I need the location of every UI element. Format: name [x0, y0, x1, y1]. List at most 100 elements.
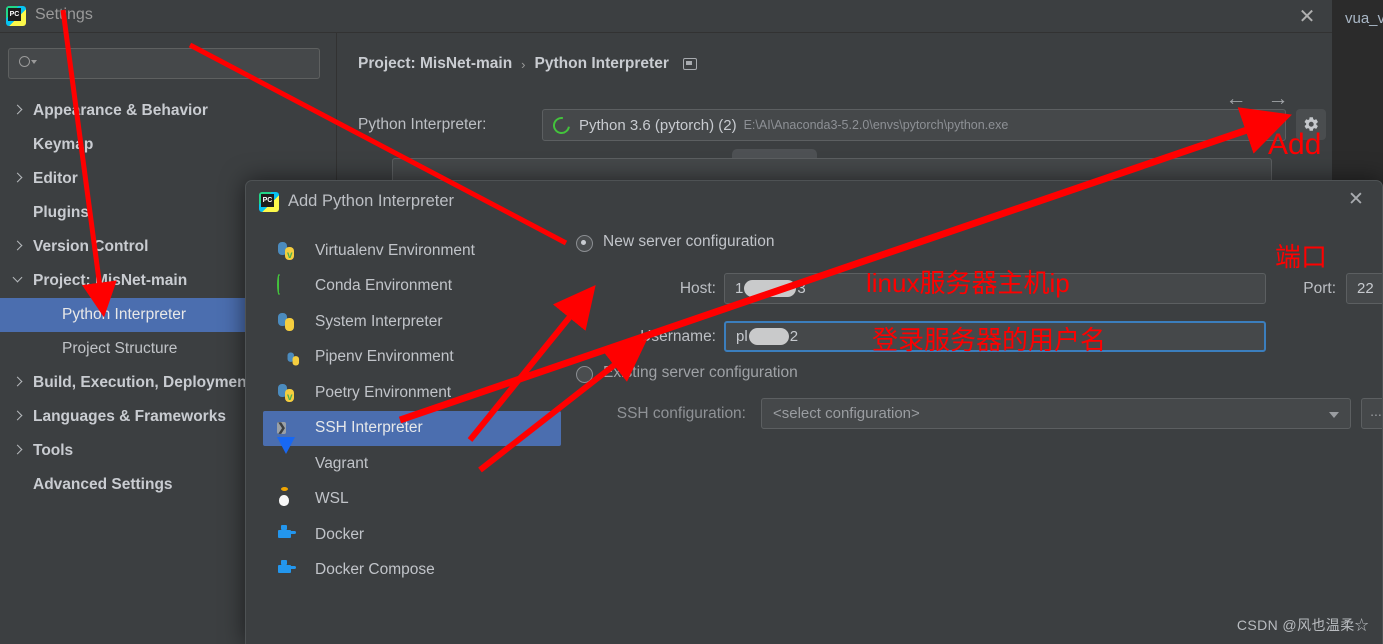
csdn-watermark: CSDN @风也温柔☆ — [1236, 617, 1369, 633]
sidebar-item-label: Tools — [33, 442, 74, 459]
existing-server-radio-label[interactable]: Existing server configuration — [603, 364, 798, 382]
vagrant-icon — [277, 436, 297, 474]
search-icon — [19, 56, 37, 71]
env-item-label: WSL — [315, 490, 349, 508]
sidebar-item-label: Python Interpreter — [62, 306, 187, 323]
python-venv-icon: v — [277, 241, 297, 261]
env-item-docker[interactable]: Docker — [263, 517, 561, 553]
search-input[interactable] — [41, 49, 316, 78]
sidebar-item-label: Keymap — [33, 136, 94, 153]
poetry-python-icon: v — [277, 383, 297, 403]
sidebar-item-appearance-behavior[interactable]: Appearance & Behavior — [0, 94, 336, 128]
gear-icon[interactable] — [1296, 109, 1326, 140]
env-item-conda-environment[interactable]: Conda Environment — [263, 269, 561, 305]
env-item-ssh-interpreter[interactable]: ❯ SSH Interpreter — [263, 410, 561, 446]
python-icon — [277, 312, 297, 332]
env-item-docker-compose[interactable]: Docker Compose — [263, 553, 561, 589]
browse-ssh-configuration-button[interactable]: ... — [1361, 398, 1382, 429]
env-item-wsl[interactable]: WSL — [263, 482, 561, 518]
env-item-pipenv-environment[interactable]: Pipenv Environment — [263, 340, 561, 376]
search-box[interactable] — [8, 48, 320, 79]
env-item-label: Poetry Environment — [315, 383, 452, 401]
breadcrumb-project[interactable]: Project: MisNet-main — [358, 55, 512, 73]
env-item-vagrant[interactable]: Vagrant — [263, 436, 561, 482]
chevron-down-icon — [1329, 412, 1339, 418]
sidebar-item-label: Appearance & Behavior — [33, 102, 208, 119]
breadcrumb: Project: MisNet-main › Python Interprete… — [358, 55, 697, 73]
env-item-system-interpreter[interactable]: System Interpreter — [263, 304, 561, 340]
docker-compose-icon — [277, 560, 297, 580]
dialog-title: Add Python Interpreter — [288, 192, 455, 210]
sidebar-item-label: Plugins — [33, 204, 89, 221]
conda-ring-icon — [549, 113, 574, 137]
interpreter-name: Python 3.6 (pytorch) (2) — [579, 116, 737, 134]
environment-type-list: v Virtualenv Environment Conda Environment… — [263, 233, 561, 588]
settings-sync-icon[interactable] — [682, 58, 697, 70]
ssh-terminal-icon: ❯ — [277, 422, 287, 435]
close-icon[interactable]: ✕ — [1343, 187, 1369, 213]
chevron-right-icon[interactable] — [13, 446, 23, 456]
ssh-configuration-label: SSH configuration: — [616, 405, 746, 422]
conda-ring-icon — [277, 274, 297, 296]
existing-server-radio[interactable] — [576, 366, 593, 383]
sidebar-item-label: Version Control — [33, 238, 149, 255]
chevron-down-icon[interactable] — [13, 276, 23, 286]
interpreter-label: Python Interpreter: — [358, 116, 487, 133]
sidebar-item-label: Project: MisNet-main — [33, 272, 188, 289]
env-item-label: Docker Compose — [315, 561, 435, 579]
username-label: Username: — [640, 328, 716, 345]
breadcrumb-page: Python Interpreter — [534, 55, 669, 72]
env-item-label: Vagrant — [315, 454, 369, 472]
username-value-prefix: pl — [736, 328, 748, 345]
interpreter-path: E:\AI\Anaconda3-5.2.0\envs\pytorch\pytho… — [743, 118, 1009, 132]
close-icon[interactable]: ✕ — [1294, 4, 1320, 30]
new-server-radio-label[interactable]: New server configuration — [603, 233, 774, 251]
env-item-virtualenv-environment[interactable]: v Virtualenv Environment — [263, 233, 561, 269]
host-input[interactable]: 1 3 — [724, 273, 1266, 304]
sidebar-item-label: Project Structure — [62, 340, 178, 357]
port-input[interactable]: 22 — [1346, 273, 1382, 304]
pipenv-folder-icon — [277, 347, 300, 367]
dialog-header: Add Python Interpreter ✕ — [246, 181, 1382, 225]
env-item-poetry-environment[interactable]: v Poetry Environment — [263, 375, 561, 411]
background-editor-text: vua_v — [1345, 10, 1383, 27]
new-server-radio[interactable] — [576, 235, 593, 252]
linux-penguin-icon — [277, 489, 297, 509]
host-value-prefix: 1 — [735, 280, 744, 297]
env-item-label: Conda Environment — [315, 277, 452, 295]
chevron-right-icon[interactable] — [13, 242, 23, 252]
env-item-label: Docker — [315, 525, 365, 543]
sidebar-item-keymap[interactable]: Keymap — [0, 128, 336, 162]
host-label: Host: — [679, 280, 716, 297]
port-label: Port: — [1303, 280, 1336, 297]
chevron-right-icon[interactable] — [13, 378, 23, 388]
sidebar-item-label: Advanced Settings — [33, 476, 173, 493]
pycharm-logo-icon — [6, 6, 26, 26]
chevron-right-icon[interactable] — [13, 106, 23, 116]
env-item-label: Virtualenv Environment — [315, 241, 475, 259]
pycharm-logo-icon — [259, 192, 279, 212]
port-value: 22 — [1357, 280, 1374, 297]
env-item-label: Pipenv Environment — [315, 348, 454, 366]
interpreter-row: Python Interpreter: Python 3.6 (pytorch)… — [358, 109, 1326, 143]
username-value-redaction — [748, 328, 789, 345]
env-item-label: System Interpreter — [315, 312, 443, 330]
ssh-configuration-value: <select configuration> — [773, 405, 920, 422]
add-python-interpreter-dialog: Add Python Interpreter ✕ v Virtualenv Env… — [245, 180, 1383, 644]
settings-window-title: Settings — [35, 6, 93, 23]
interpreter-combobox[interactable]: Python 3.6 (pytorch) (2) E:\AI\Anaconda3… — [542, 109, 1286, 141]
username-value-suffix: 2 — [789, 328, 799, 345]
host-value-suffix: 3 — [797, 280, 806, 297]
sidebar-item-label: Build, Execution, Deployment — [33, 374, 252, 391]
sidebar-item-label: Editor — [33, 170, 78, 187]
chevron-right-icon[interactable] — [13, 174, 23, 184]
sidebar-item-label: Languages & Frameworks — [33, 408, 226, 425]
breadcrumb-separator: › — [521, 56, 526, 72]
env-item-label: SSH Interpreter — [315, 419, 423, 437]
host-value-redaction — [744, 280, 797, 297]
docker-whale-icon — [277, 524, 297, 545]
ssh-configuration-combobox[interactable]: <select configuration> — [761, 398, 1351, 429]
chevron-right-icon[interactable] — [13, 412, 23, 422]
username-input[interactable]: pl 2 — [724, 321, 1266, 352]
settings-titlebar: Settings ✕ — [0, 0, 1332, 33]
